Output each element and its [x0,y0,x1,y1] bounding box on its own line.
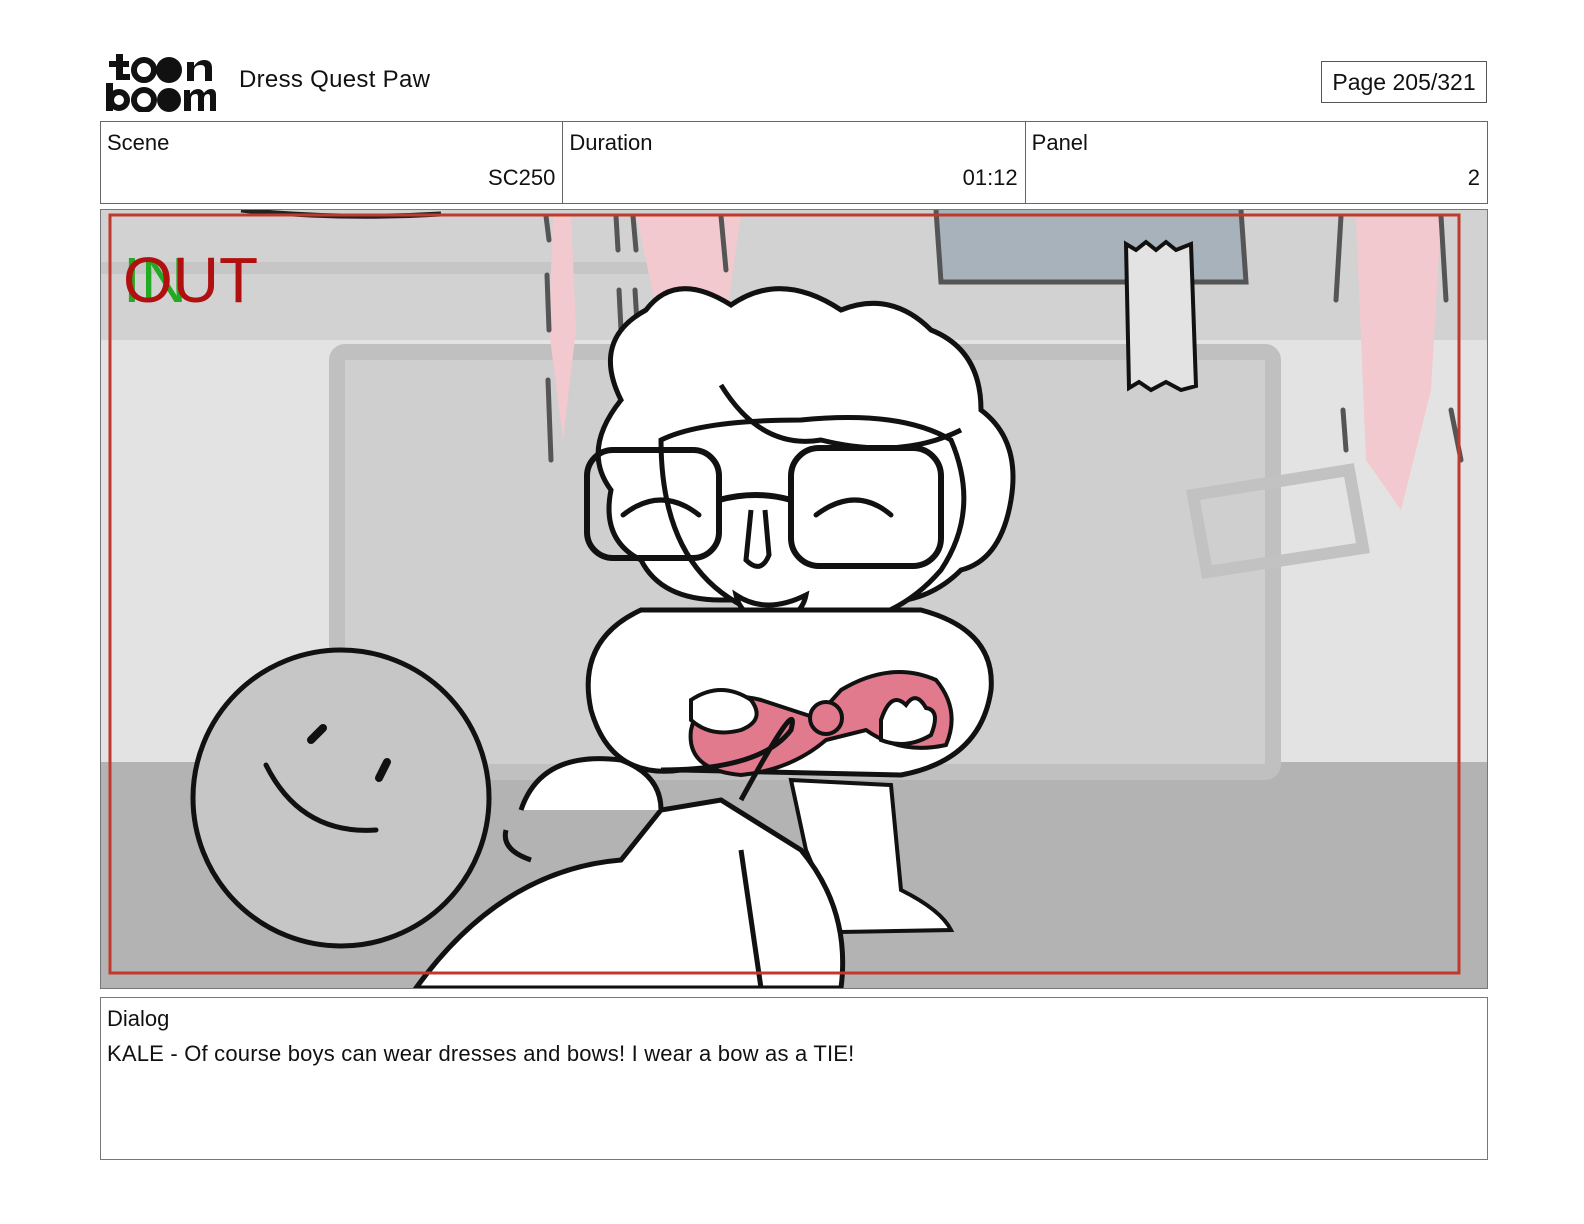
project-title: Dress Quest Paw [239,66,431,93]
dialog-text: KALE - Of course boys can wear dresses a… [107,1041,855,1066]
duration-value: 01:12 [962,165,1018,190]
duration-cell: Duration 01:12 [563,122,1026,203]
scene-cell: Scene SC250 [101,122,564,203]
panel-cell: Panel 2 [1026,122,1487,203]
scene-value: SC250 [488,165,556,190]
dialog-box: Dialog KALE - Of course boys can wear dr… [100,997,1488,1160]
out-marker: OUT [123,244,258,316]
storyboard-drawing: IN OUT [101,210,1487,988]
page-indicator: Page 205/321 [1321,61,1487,103]
storyboard-panel: IN OUT [100,209,1488,989]
toonboom-logo [104,50,216,113]
panel-value: 2 [1467,165,1480,190]
dialog-label: Dialog [107,1006,170,1031]
panel-label: Panel [1031,130,1088,155]
panel-info-table: Scene SC250 Duration 01:12 Panel 2 [100,121,1488,204]
scene-label: Scene [107,130,170,155]
duration-label: Duration [569,130,653,155]
